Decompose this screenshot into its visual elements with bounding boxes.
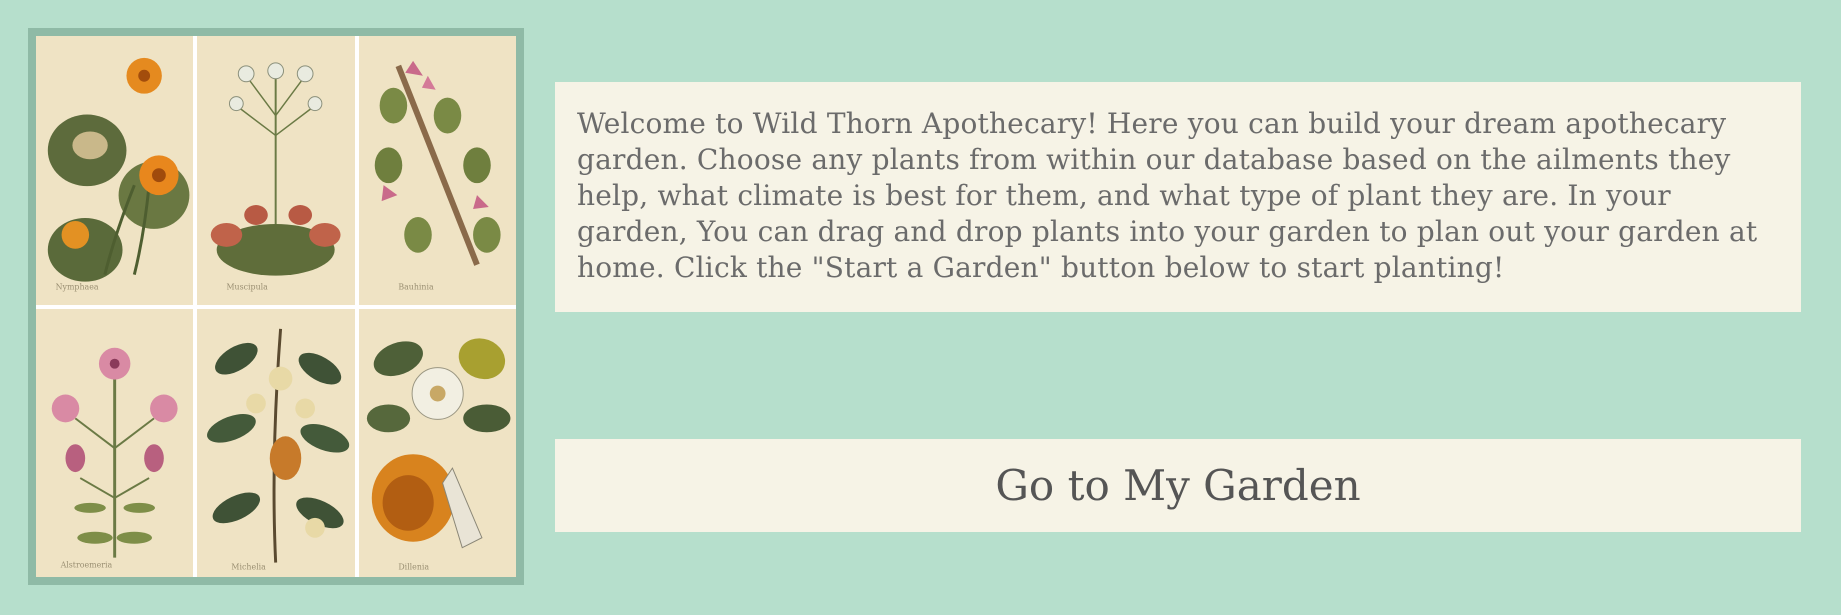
intro-text: Welcome to Wild Thorn Apothecary! Here y… — [577, 107, 1758, 284]
botanical-grid: Nymphaea Muscipula Bauhinia Alstroemeria… — [36, 36, 516, 577]
pink-lily-branch-plate: Alstroemeria — [36, 308, 194, 577]
svg-text:Muscipula: Muscipula — [227, 283, 269, 292]
go-to-my-garden-button[interactable]: Go to My Garden — [555, 439, 1801, 532]
cream-flower-leafy-branch-plate: Michelia — [197, 308, 355, 577]
white-flower-flytrap-plate: Muscipula — [197, 36, 355, 305]
svg-text:Alstroemeria: Alstroemeria — [60, 560, 113, 569]
orange-lily-lotus-plate: Nymphaea — [36, 36, 194, 305]
svg-text:Michelia: Michelia — [232, 562, 267, 571]
page: Nymphaea Muscipula Bauhinia Alstroemeria… — [0, 0, 1841, 615]
magnolia-fruit-plate: Dillenia — [358, 308, 516, 577]
pink-flower-pod-vine-plate: Bauhinia — [358, 36, 516, 305]
svg-text:Nymphaea: Nymphaea — [56, 283, 99, 292]
svg-text:Bauhinia: Bauhinia — [398, 283, 434, 292]
intro-panel: Welcome to Wild Thorn Apothecary! Here y… — [555, 82, 1801, 312]
svg-text:Dillenia: Dillenia — [398, 562, 429, 571]
botanical-gallery: Nymphaea Muscipula Bauhinia Alstroemeria… — [28, 28, 524, 585]
